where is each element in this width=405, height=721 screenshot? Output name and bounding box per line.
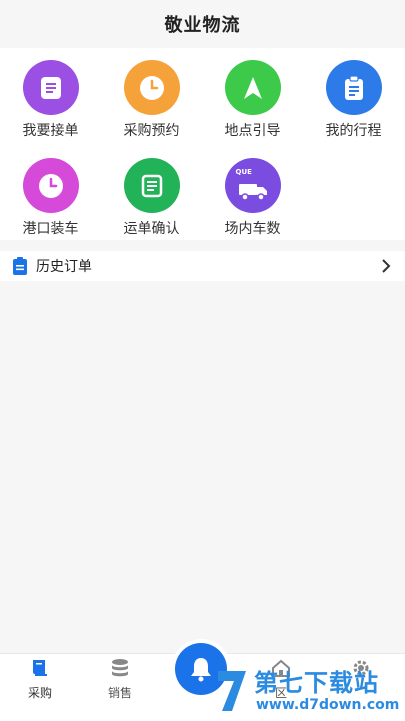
app-header: 敬业物流: [0, 0, 405, 48]
grid-item-label: 采购预约: [123, 123, 180, 139]
watermark-url: www.d7down.com: [256, 697, 400, 713]
clipboard-icon: [325, 60, 382, 115]
grid-item-label: 港口装车: [22, 221, 79, 237]
clock-icon: [22, 158, 79, 213]
grid-item-location-guide[interactable]: 地点引导: [202, 60, 303, 140]
database-icon: [112, 659, 128, 677]
bell-icon: [191, 658, 211, 682]
grid-item-port-loading[interactable]: 港口装车: [0, 158, 101, 238]
grid-item-accept-order[interactable]: 我要接单: [0, 60, 101, 140]
grid-item-label: 运单确认: [123, 221, 180, 237]
grid-item-label: 地点引导: [224, 123, 281, 139]
clock-icon: [123, 60, 180, 115]
navigation-arrow-icon: [224, 60, 281, 115]
book-icon: [33, 660, 47, 676]
order-list-icon: [22, 60, 79, 115]
tab-label: 采购: [27, 686, 52, 700]
watermark: 第七下载站 www.d7down.com: [214, 663, 405, 720]
grid-item-purchase-booking[interactable]: 采购预约: [101, 60, 202, 140]
grid-item-label: 我的行程: [325, 123, 382, 139]
function-grid: 我要接单 采购预约 地点引导 我的行程 港口装车 运单确认 QUE 场内车数: [0, 48, 405, 240]
truck-icon: QUE: [224, 158, 281, 213]
history-orders-row[interactable]: 历史订单: [0, 251, 405, 281]
watermark-logo-icon: [218, 671, 246, 711]
tab-purchase[interactable]: 采购: [8, 658, 72, 714]
history-orders-label: 历史订单: [36, 259, 92, 275]
grid-item-my-trip[interactable]: 我的行程: [303, 60, 404, 140]
chevron-right-icon: [382, 259, 391, 273]
tab-label: 销售: [107, 686, 132, 700]
grid-item-waybill-confirm[interactable]: 运单确认: [101, 158, 202, 238]
document-icon: [123, 158, 180, 213]
grid-item-yard-vehicle-count[interactable]: QUE 场内车数: [202, 158, 303, 238]
watermark-title: 第七下载站: [254, 669, 379, 697]
tab-sales[interactable]: 销售: [88, 658, 152, 714]
page-title: 敬业物流: [164, 15, 241, 36]
truck-badge: QUE: [235, 168, 252, 176]
clipboard-icon: [13, 257, 27, 275]
grid-item-label: 我要接单: [22, 123, 79, 139]
grid-item-label: 场内车数: [224, 221, 281, 237]
